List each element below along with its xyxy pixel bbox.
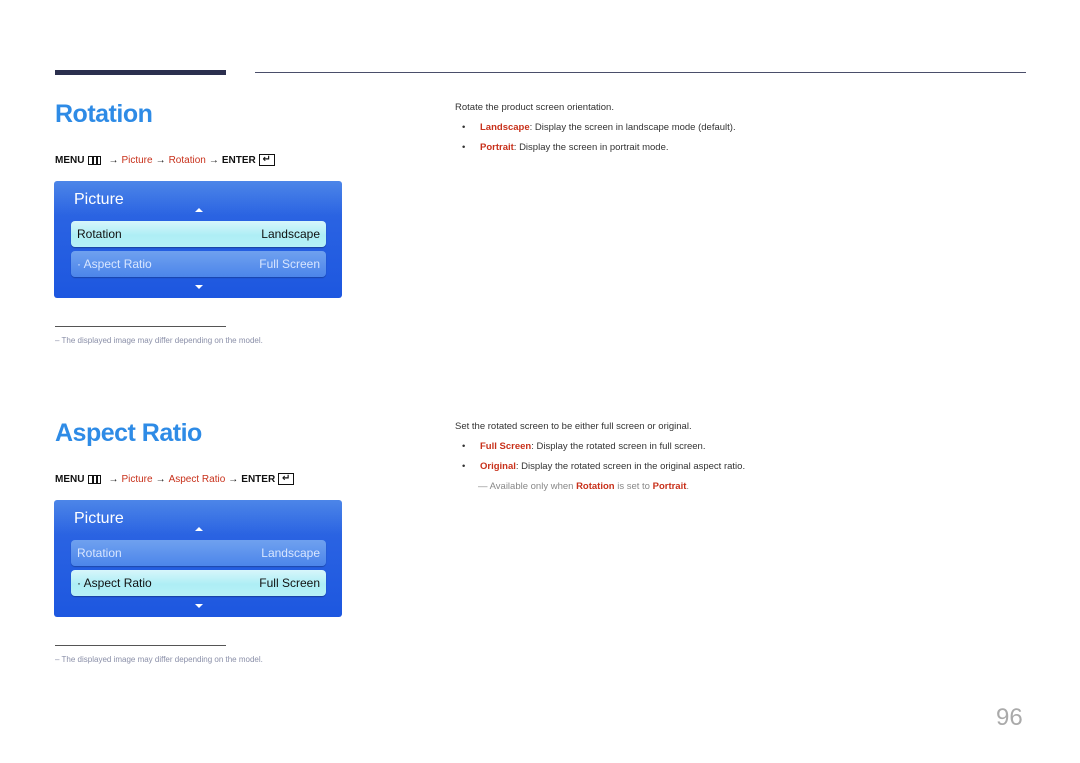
bullet-keyword: Full Screen [480,441,532,452]
description-aspect-ratio: Set the rotated screen to be either full… [455,421,692,432]
arrow: → [208,154,219,166]
availability-note: — Available only when Rotation is set to… [478,481,689,492]
arrow: → [108,154,119,166]
note-mid: is set to [614,481,653,492]
scroll-up-icon[interactable] [195,527,203,531]
menu-icon [88,474,102,484]
bullet-dot: • [462,461,466,472]
bullet-keyword: Landscape [480,122,530,133]
bullet-dot: • [462,142,466,153]
osd-title: Picture [74,510,124,527]
menu-label: MENU [55,154,85,166]
bullet-original: • Original : Display the rotated screen … [462,461,745,472]
osd-row-value: Full Screen [259,257,320,271]
osd-title: Picture [74,191,124,208]
path-item-picture: Picture [121,154,153,166]
osd-row-label: Rotation [77,227,122,241]
osd-row-value: Landscape [261,546,320,560]
scroll-down-icon[interactable] [195,604,203,608]
description-rotation: Rotate the product screen orientation. [455,102,614,113]
bullet-portrait: • Portrait : Display the screen in portr… [462,142,669,153]
header-rule [255,72,1026,73]
scroll-up-icon[interactable] [195,208,203,212]
bullet-dot: • [462,441,466,452]
path-item-aspect-ratio: Aspect Ratio [168,473,226,485]
menu-path-rotation: MENU → Picture → Rotation → ENTER ↵ [55,154,275,166]
path-item-rotation: Rotation [168,154,206,166]
footnote: – The displayed image may differ dependi… [55,655,263,664]
arrow: → [108,473,119,485]
enter-label: ENTER [241,473,276,485]
osd-row-label: · Aspect Ratio [77,257,152,271]
bullet-text: : Display the rotated screen in the orig… [515,461,746,472]
note-prefix: — Available only when [478,481,577,492]
menu-path-aspect-ratio: MENU → Picture → Aspect Ratio → ENTER ↵ [55,473,295,485]
osd-row-aspect-ratio[interactable]: · Aspect Ratio Full Screen [71,251,326,277]
arrow: → [155,473,166,485]
scroll-down-icon[interactable] [195,285,203,289]
enter-icon: ↵ [278,473,295,485]
arrow: → [155,154,166,166]
note-keyword-rotation: Rotation [576,481,615,492]
bullet-text: : Display the rotated screen in full scr… [531,441,706,452]
enter-icon: ↵ [258,154,275,166]
bullet-text: : Display the screen in landscape mode (… [529,122,736,133]
osd-row-aspect-ratio[interactable]: · Aspect Ratio Full Screen [71,570,326,596]
section-title-aspect-ratio: Aspect Ratio [55,419,202,447]
footnote-rule [55,326,226,327]
footnote-rule [55,645,226,646]
bullet-full-screen: • Full Screen : Display the rotated scre… [462,441,705,452]
osd-row-rotation[interactable]: Rotation Landscape [71,221,326,247]
footnote: – The displayed image may differ dependi… [55,336,263,345]
bullet-landscape: • Landscape : Display the screen in land… [462,122,736,133]
header-bar-thick [55,70,226,75]
bullet-text: : Display the screen in portrait mode. [513,142,669,153]
section-title-rotation: Rotation [55,100,153,128]
arrow: → [228,473,239,485]
osd-row-label: Rotation [77,546,122,560]
note-keyword-portrait: Portrait [652,481,687,492]
osd-picture-menu-aspect-ratio: Picture Rotation Landscape · Aspect Rati… [54,500,342,617]
osd-row-rotation[interactable]: Rotation Landscape [71,540,326,566]
bullet-keyword: Original [480,461,516,472]
menu-icon [88,155,102,165]
menu-label: MENU [55,473,85,485]
bullet-keyword: Portrait [480,142,514,153]
page-number: 96 [996,704,1023,731]
osd-row-label: · Aspect Ratio [77,576,152,590]
bullet-dot: • [462,122,466,133]
osd-row-value: Full Screen [259,576,320,590]
osd-picture-menu-rotation: Picture Rotation Landscape · Aspect Rati… [54,181,342,298]
enter-label: ENTER [221,154,256,166]
osd-row-value: Landscape [261,227,320,241]
note-suffix: . [686,481,690,492]
path-item-picture: Picture [121,473,153,485]
